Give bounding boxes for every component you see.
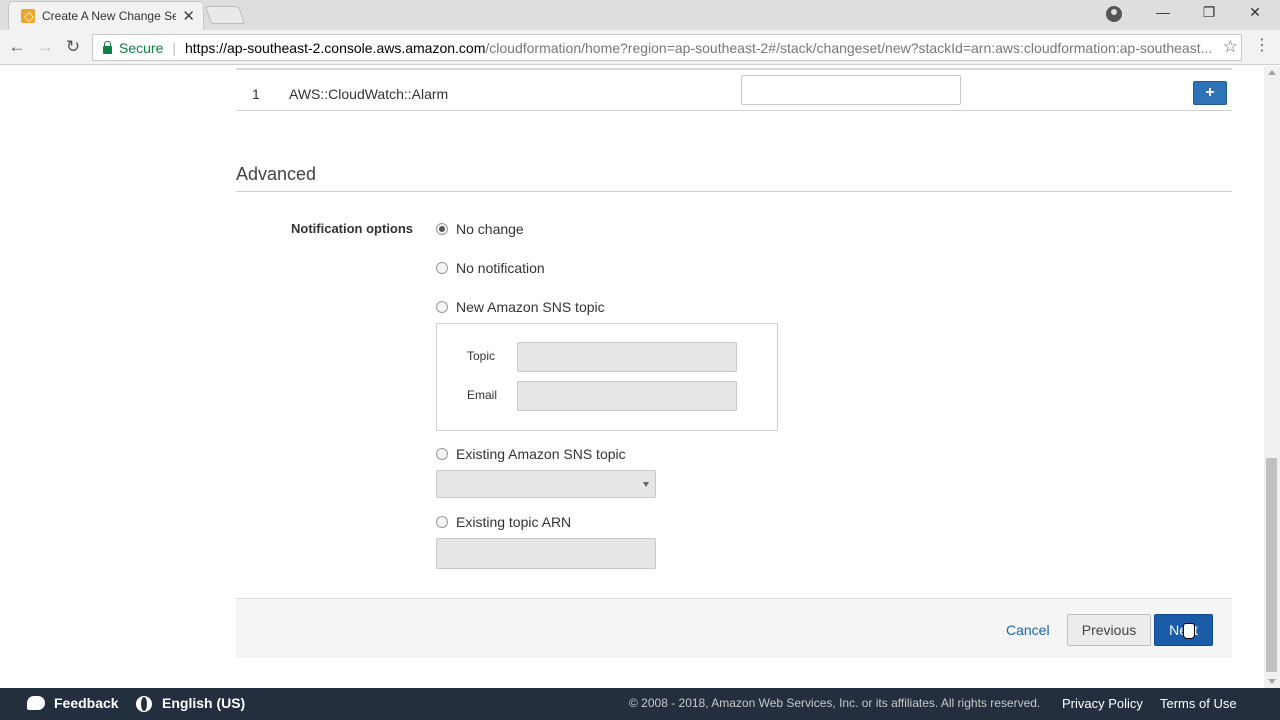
topic-label: Topic	[467, 349, 496, 363]
copyright-text: © 2008 - 2018, Amazon Web Services, Inc.…	[629, 696, 1041, 710]
radio-no-notification[interactable]: No notification	[436, 260, 545, 276]
topic-arn-input[interactable]	[436, 538, 656, 569]
url-host: https://ap-southeast-2.console.aws.amazo…	[185, 39, 486, 56]
radio-button[interactable]	[436, 262, 448, 274]
topic-input[interactable]	[517, 342, 737, 372]
email-input[interactable]	[517, 381, 737, 411]
back-icon[interactable]: ←	[6, 36, 28, 58]
lock-icon	[103, 40, 112, 54]
browser-tab-bar: Create A New Change Se ✕ — ❐ ✕	[0, 0, 1280, 30]
browser-toolbar: ← → ↻ Secure | https://ap-southeast-2.co…	[0, 30, 1280, 65]
tab-title: Create A New Change Se	[42, 9, 177, 23]
language-selector[interactable]: English (US)	[162, 695, 245, 711]
new-sns-topic-panel: Topic Email	[436, 323, 778, 431]
radio-button[interactable]	[436, 448, 448, 460]
url-path: /cloudformation/home?region=ap-southeast…	[485, 39, 1213, 56]
scroll-up-icon[interactable]	[1268, 70, 1276, 75]
existing-sns-topic-select[interactable]	[436, 470, 656, 498]
bookmark-star-icon[interactable]: ☆	[1223, 38, 1238, 55]
forward-icon[interactable]: →	[34, 36, 56, 58]
radio-button[interactable]	[436, 516, 448, 528]
tab-close-icon[interactable]: ✕	[182, 7, 195, 25]
chevron-down-icon	[643, 482, 649, 487]
scrollbar-thumb[interactable]	[1266, 458, 1277, 672]
radio-no-change[interactable]: No change	[436, 221, 524, 237]
feedback-link[interactable]: Feedback	[54, 695, 119, 711]
advanced-section-title: Advanced	[236, 164, 317, 184]
radio-existing-topic-arn[interactable]: Existing topic ARN	[436, 514, 571, 530]
section-divider	[236, 191, 1232, 192]
radio-label: No notification	[456, 260, 545, 276]
terms-of-use-link[interactable]: Terms of Use	[1160, 696, 1237, 711]
wizard-action-bar: Cancel Previous Next	[236, 598, 1232, 658]
aws-favicon-icon	[21, 9, 35, 23]
url-separator: |	[172, 39, 176, 56]
browser-menu-icon[interactable]: ⋮	[1254, 38, 1270, 54]
resource-type: AWS::CloudWatch::Alarm	[289, 86, 449, 102]
address-bar[interactable]: Secure | https://ap-southeast-2.console.…	[92, 34, 1242, 61]
profile-icon[interactable]	[1106, 6, 1122, 22]
feedback-bubble-icon	[27, 696, 45, 710]
cancel-link[interactable]: Cancel	[1006, 622, 1050, 638]
minimize-icon[interactable]: —	[1148, 4, 1178, 20]
email-label: Email	[467, 388, 498, 402]
add-row-button[interactable]: +	[1193, 81, 1227, 105]
scroll-down-icon[interactable]	[1268, 679, 1276, 684]
radio-button[interactable]	[436, 223, 448, 235]
window-close-icon[interactable]: ✕	[1240, 4, 1270, 21]
radio-existing-sns-topic[interactable]: Existing Amazon SNS topic	[436, 446, 626, 462]
row-value-input[interactable]	[741, 75, 961, 105]
secure-label: Secure	[119, 39, 164, 56]
radio-button[interactable]	[436, 301, 448, 313]
row-index: 1	[252, 86, 260, 102]
table-row: 1 AWS::CloudWatch::Alarm +	[236, 70, 1232, 111]
privacy-policy-link[interactable]: Privacy Policy	[1062, 696, 1143, 711]
notification-options-label: Notification options	[291, 221, 414, 236]
browser-tab[interactable]: Create A New Change Se ✕	[8, 1, 204, 30]
radio-label: No change	[456, 221, 524, 237]
reload-icon[interactable]: ↻	[62, 36, 84, 58]
radio-label: Existing Amazon SNS topic	[456, 446, 626, 462]
restore-icon[interactable]: ❐	[1194, 4, 1224, 21]
previous-button[interactable]: Previous	[1067, 614, 1151, 646]
page-scrollbar[interactable]	[1264, 66, 1280, 688]
console-footer: Feedback English (US) © 2008 - 2018, Ama…	[0, 688, 1280, 720]
globe-icon	[136, 696, 152, 712]
new-tab-button[interactable]	[204, 6, 246, 24]
radio-label: Existing topic ARN	[456, 514, 572, 530]
page-content: 1 AWS::CloudWatch::Alarm + Advanced Noti…	[0, 66, 1264, 688]
radio-label: New Amazon SNS topic	[456, 299, 605, 315]
radio-new-sns-topic[interactable]: New Amazon SNS topic	[436, 299, 605, 315]
